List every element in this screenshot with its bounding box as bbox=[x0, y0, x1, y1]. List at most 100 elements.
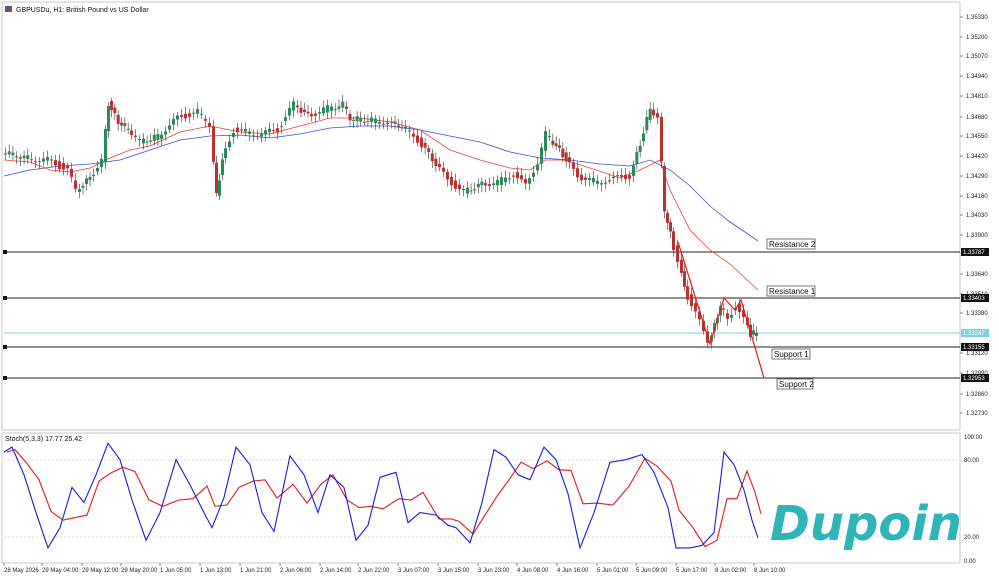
time-tick-label: 5 Jun 17:00 bbox=[676, 568, 708, 574]
candle-body bbox=[488, 184, 491, 186]
candle-body bbox=[306, 111, 310, 114]
candle-body bbox=[288, 107, 291, 116]
candle-body bbox=[382, 123, 385, 125]
candle-body bbox=[228, 141, 231, 148]
candle-body bbox=[632, 165, 635, 176]
candle-body bbox=[248, 131, 251, 134]
candle-body bbox=[46, 157, 49, 161]
time-tick-label: 2 Jun 06:00 bbox=[280, 568, 312, 574]
chart-symbol-title: GBPUSDu, H1: British Pound vs US Dollar bbox=[16, 7, 149, 14]
candle-body bbox=[628, 175, 631, 179]
candle-body bbox=[337, 106, 341, 109]
candle-body bbox=[400, 127, 404, 129]
candle-body bbox=[145, 141, 149, 143]
candle-body bbox=[466, 187, 469, 194]
candle-body bbox=[113, 107, 117, 114]
candle-body bbox=[427, 148, 431, 153]
candle-body bbox=[620, 175, 623, 177]
support1-annotation[interactable]: Support 1 bbox=[774, 350, 809, 359]
candle-body bbox=[408, 130, 411, 132]
resistance2-price-label: 1.33787 bbox=[963, 250, 985, 256]
candle-body bbox=[500, 177, 503, 185]
resistance1-annotation[interactable]: Resistance 1 bbox=[769, 287, 816, 296]
candle-body bbox=[85, 178, 88, 184]
price-axis: 1.35330 1.35200 1.35070 1.34940 1.34810 1.346… bbox=[960, 15, 988, 417]
candle-body bbox=[730, 314, 733, 318]
candle-body bbox=[648, 108, 652, 120]
time-tick-label: 1 Jun 05:00 bbox=[160, 568, 192, 574]
candle-body bbox=[484, 183, 487, 186]
candle-body bbox=[580, 174, 583, 181]
candle-body bbox=[370, 117, 373, 122]
candle-body bbox=[645, 117, 649, 131]
candle-body bbox=[123, 123, 127, 127]
price-tick-label: 1.35200 bbox=[966, 35, 988, 41]
candle-body bbox=[473, 189, 477, 191]
price-tick-label: 1.34810 bbox=[966, 94, 988, 100]
stochastic-title: Stoch(5,3,3) 17.77 25.42 bbox=[5, 436, 82, 443]
time-tick-label: 8 Jun 02:00 bbox=[715, 568, 747, 574]
candle-body bbox=[184, 113, 187, 119]
main-price-pane[interactable] bbox=[1, 1, 961, 431]
candle-body bbox=[276, 128, 279, 133]
candle-body bbox=[104, 129, 107, 163]
candle-body bbox=[722, 308, 725, 310]
candle-body bbox=[362, 121, 366, 123]
support2-handle[interactable] bbox=[3, 376, 7, 380]
candle-body bbox=[442, 167, 445, 172]
candle-body bbox=[172, 119, 175, 125]
candle-body bbox=[520, 175, 523, 180]
candle-body bbox=[355, 116, 359, 122]
candle-body bbox=[256, 136, 259, 138]
candle-body bbox=[345, 106, 348, 109]
candle-body bbox=[218, 180, 221, 196]
price-tick-label: 1.35330 bbox=[966, 15, 988, 21]
candle-body bbox=[366, 121, 370, 123]
candle-body bbox=[458, 184, 461, 190]
candle-body bbox=[755, 332, 758, 336]
candle-body bbox=[584, 177, 587, 180]
price-tick-label: 1.34290 bbox=[966, 174, 988, 180]
price-tick-label: 1.34420 bbox=[966, 154, 988, 160]
candle-body bbox=[330, 106, 333, 111]
candle-body bbox=[168, 125, 171, 130]
candle-body bbox=[176, 115, 179, 120]
candle-body bbox=[252, 135, 255, 137]
support2-annotation[interactable]: Support 2 bbox=[779, 380, 814, 389]
candle-body bbox=[642, 133, 645, 142]
time-tick-label: 2 Jun 22:00 bbox=[358, 568, 390, 574]
candle-body bbox=[100, 158, 103, 168]
resistance2-annotation[interactable]: Resistance 2 bbox=[769, 240, 816, 249]
candle-body bbox=[96, 167, 99, 172]
candle-body bbox=[374, 118, 377, 124]
price-tick-label: 1.35070 bbox=[966, 54, 988, 60]
support1-handle[interactable] bbox=[3, 345, 7, 349]
candle-body bbox=[393, 121, 397, 124]
resistance1-handle[interactable] bbox=[3, 296, 7, 300]
price-tick-label: 1.34160 bbox=[966, 194, 988, 200]
candle-body bbox=[333, 108, 337, 110]
price-tick-label: 1.33120 bbox=[966, 351, 988, 357]
candle-body bbox=[70, 168, 73, 178]
candle-body bbox=[672, 231, 675, 250]
candle-body bbox=[303, 109, 306, 112]
time-tick-label: 5 Jun 01:00 bbox=[597, 568, 629, 574]
candle-body bbox=[476, 183, 480, 188]
candle-body bbox=[638, 145, 642, 152]
symbol-flag-accent-icon bbox=[8, 8, 12, 12]
candle-body bbox=[42, 158, 45, 162]
candle-body bbox=[107, 105, 110, 132]
candle-body bbox=[660, 116, 663, 162]
candle-body bbox=[536, 164, 539, 171]
candle-body bbox=[134, 135, 137, 137]
candle-body bbox=[78, 188, 81, 192]
candle-body bbox=[160, 134, 163, 139]
candle-body bbox=[26, 155, 30, 160]
resistance2-handle[interactable] bbox=[3, 250, 7, 254]
stoch-level-100: 100.00 bbox=[964, 435, 983, 441]
candle-body bbox=[512, 175, 515, 177]
trading-chart[interactable]: GBPUSDu, H1: British Pound vs US Dollar … bbox=[0, 0, 999, 580]
candle-body bbox=[81, 185, 85, 188]
candle-body bbox=[524, 179, 527, 184]
candle-body bbox=[656, 113, 659, 118]
